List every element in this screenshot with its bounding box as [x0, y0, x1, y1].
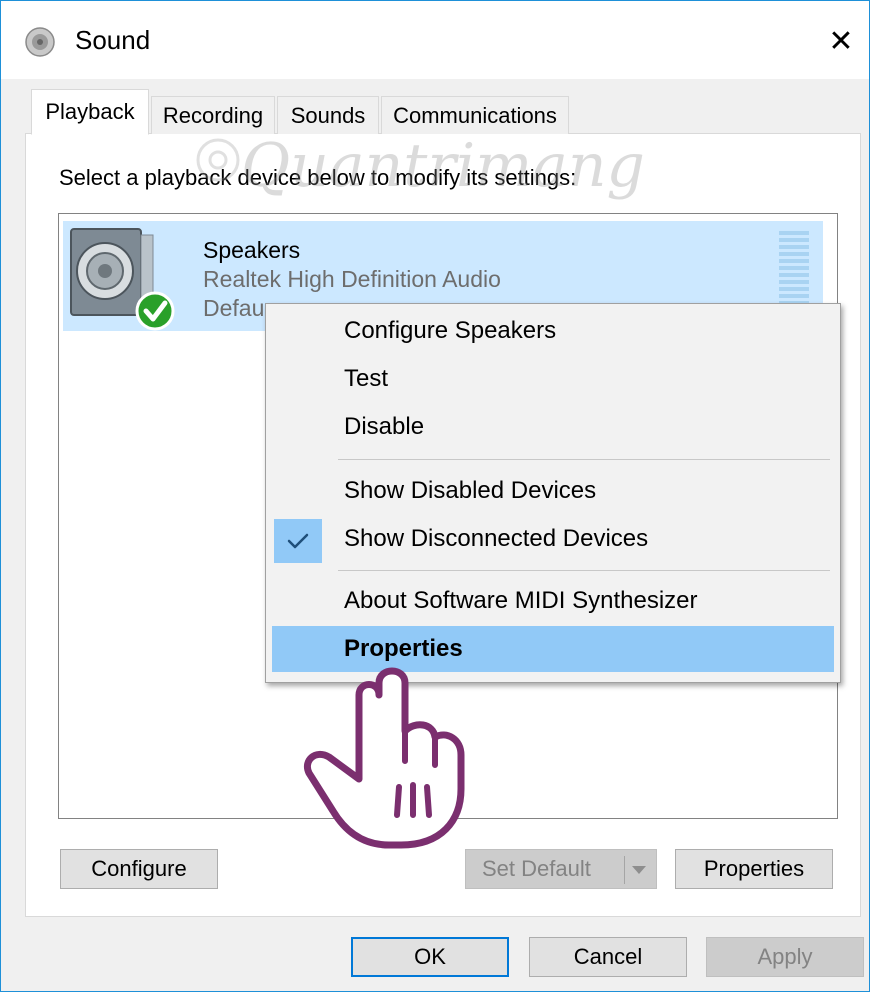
menu-item-label: Show Disconnected Devices — [344, 525, 649, 552]
tab-playback-label: Playback — [45, 99, 135, 124]
green-check-icon — [135, 291, 175, 331]
menu-item-label: Test — [344, 365, 389, 392]
split-separator — [624, 856, 625, 884]
configure-label: Configure — [91, 856, 187, 881]
close-button[interactable]: ✕ — [813, 13, 869, 69]
device-status: Defau — [203, 295, 265, 321]
context-menu: Configure Speakers Test Disable Show Dis… — [265, 303, 841, 683]
properties-label: Properties — [703, 856, 805, 881]
tab-communications[interactable]: Communications — [381, 96, 569, 134]
speaker-icon — [70, 228, 175, 331]
properties-button[interactable]: Properties — [675, 849, 833, 889]
cancel-label: Cancel — [573, 944, 643, 969]
device-driver: Realtek High Definition Audio — [203, 266, 501, 292]
pointing-hand-icon — [304, 667, 465, 849]
tab-playback[interactable]: Playback — [31, 89, 149, 135]
configure-button[interactable]: Configure — [60, 849, 218, 889]
watermark-text: Quantrimang — [241, 131, 645, 201]
cancel-button[interactable]: Cancel — [529, 937, 687, 977]
sound-dialog: Sound ✕ Playback Recording Sounds Commun… — [0, 0, 870, 992]
volume-level-meter — [779, 231, 809, 305]
set-default-split-button[interactable]: Set Default — [465, 849, 657, 889]
menu-item-label: About Software MIDI Synthesizer — [344, 587, 698, 614]
apply-button[interactable]: Apply — [706, 937, 864, 977]
tab-sounds[interactable]: Sounds — [277, 96, 379, 134]
chevron-down-icon — [632, 866, 646, 874]
menu-item-configure-speakers[interactable]: Configure Speakers — [272, 308, 834, 354]
menu-item-label: Properties — [344, 635, 463, 662]
menu-item-show-disconnected-devices[interactable]: Show Disconnected Devices — [272, 516, 834, 562]
device-name: Speakers — [203, 237, 301, 263]
title-bar[interactable]: Sound ✕ — [1, 1, 869, 79]
tab-sounds-label: Sounds — [290, 102, 366, 128]
menu-separator — [338, 570, 830, 571]
menu-item-label: Disable — [344, 413, 425, 440]
menu-item-about-midi-synth[interactable]: About Software MIDI Synthesizer — [272, 578, 834, 624]
close-icon: ✕ — [828, 24, 854, 58]
tab-recording-label: Recording — [162, 102, 264, 128]
set-default-label: Set Default — [482, 856, 591, 881]
ok-button[interactable]: OK — [351, 937, 509, 977]
menu-item-disable[interactable]: Disable — [272, 404, 834, 450]
apply-label: Apply — [757, 944, 813, 969]
menu-separator — [338, 459, 830, 460]
window-title: Sound — [75, 25, 151, 55]
sound-speaker-icon — [25, 27, 55, 57]
menu-item-test[interactable]: Test — [272, 356, 834, 402]
tab-communications-label: Communications — [393, 102, 557, 128]
menu-item-label: Show Disabled Devices — [344, 477, 597, 504]
menu-item-label: Configure Speakers — [344, 317, 557, 344]
menu-item-show-disabled-devices[interactable]: Show Disabled Devices — [272, 468, 834, 514]
ok-label: OK — [414, 944, 446, 969]
tab-recording[interactable]: Recording — [151, 96, 275, 134]
